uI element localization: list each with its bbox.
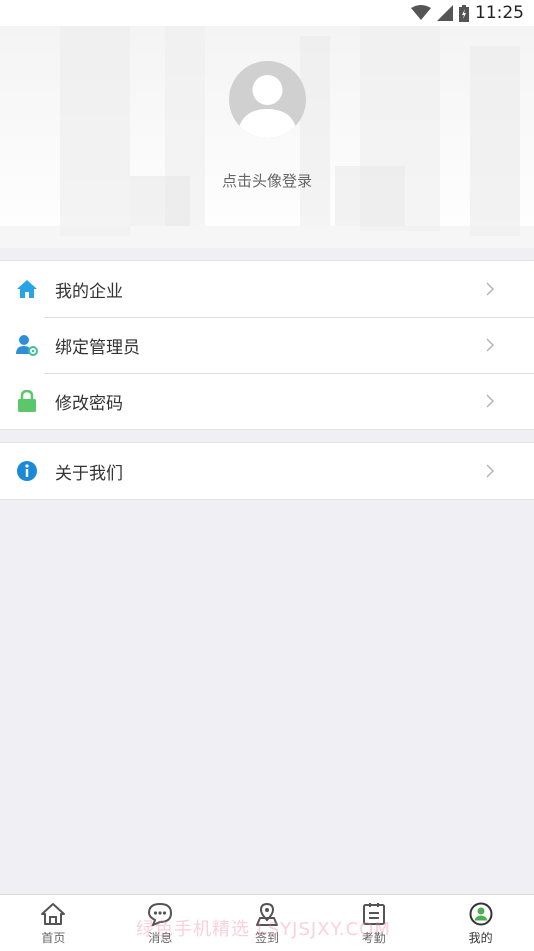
chat-bubble-icon [148,902,173,926]
menu-item-about-us[interactable]: 关于我们 [0,443,534,499]
tab-messages[interactable]: 消息 [107,895,214,951]
chevron-right-icon [486,338,494,352]
home-outline-icon [41,903,66,925]
cell-signal-icon [437,5,453,21]
tab-attendance[interactable]: 考勤 [320,895,427,951]
tab-mine[interactable]: 我的 [427,895,534,951]
tab-label: 签到 [254,931,279,945]
home-icon [17,280,37,298]
menu-item-bind-admin[interactable]: 绑定管理员 [0,317,534,373]
info-icon [17,461,37,481]
profile-circle-icon [469,902,493,926]
battery-icon [459,4,469,22]
tab-label: 考勤 [361,931,386,945]
menu-item-label: 修改密码 [55,393,123,414]
settings-menu: 我的企业 绑定管理员 修改密码 [0,260,534,430]
lock-icon [18,390,36,412]
profile-header: 点击头像登录 [0,26,534,248]
login-hint[interactable]: 点击头像登录 [0,170,534,191]
status-bar: 11:25 [0,0,534,26]
wifi-icon [411,5,431,20]
tab-label: 首页 [41,931,66,945]
menu-item-label: 我的企业 [55,281,123,302]
bottom-tab-bar: 首页 消息 签到 考勤 我的 [0,894,534,951]
default-avatar-icon [237,75,298,138]
tab-home[interactable]: 首页 [0,895,107,951]
tab-checkin[interactable]: 签到 [214,895,321,951]
tab-label: 我的 [468,931,493,945]
user-settings-icon [16,335,38,356]
chevron-right-icon [486,464,494,478]
menu-item-change-password[interactable]: 修改密码 [0,373,534,429]
menu-item-label: 绑定管理员 [55,337,140,358]
chevron-right-icon [486,282,494,296]
clipboard-icon [362,903,385,925]
menu-item-label: 关于我们 [55,463,123,484]
status-time: 11:25 [475,3,524,23]
chevron-right-icon [486,394,494,408]
avatar[interactable] [229,61,306,138]
about-menu: 关于我们 [0,442,534,500]
menu-item-my-enterprise[interactable]: 我的企业 [0,261,534,317]
tab-label: 消息 [148,931,173,945]
location-pin-icon [255,902,278,926]
